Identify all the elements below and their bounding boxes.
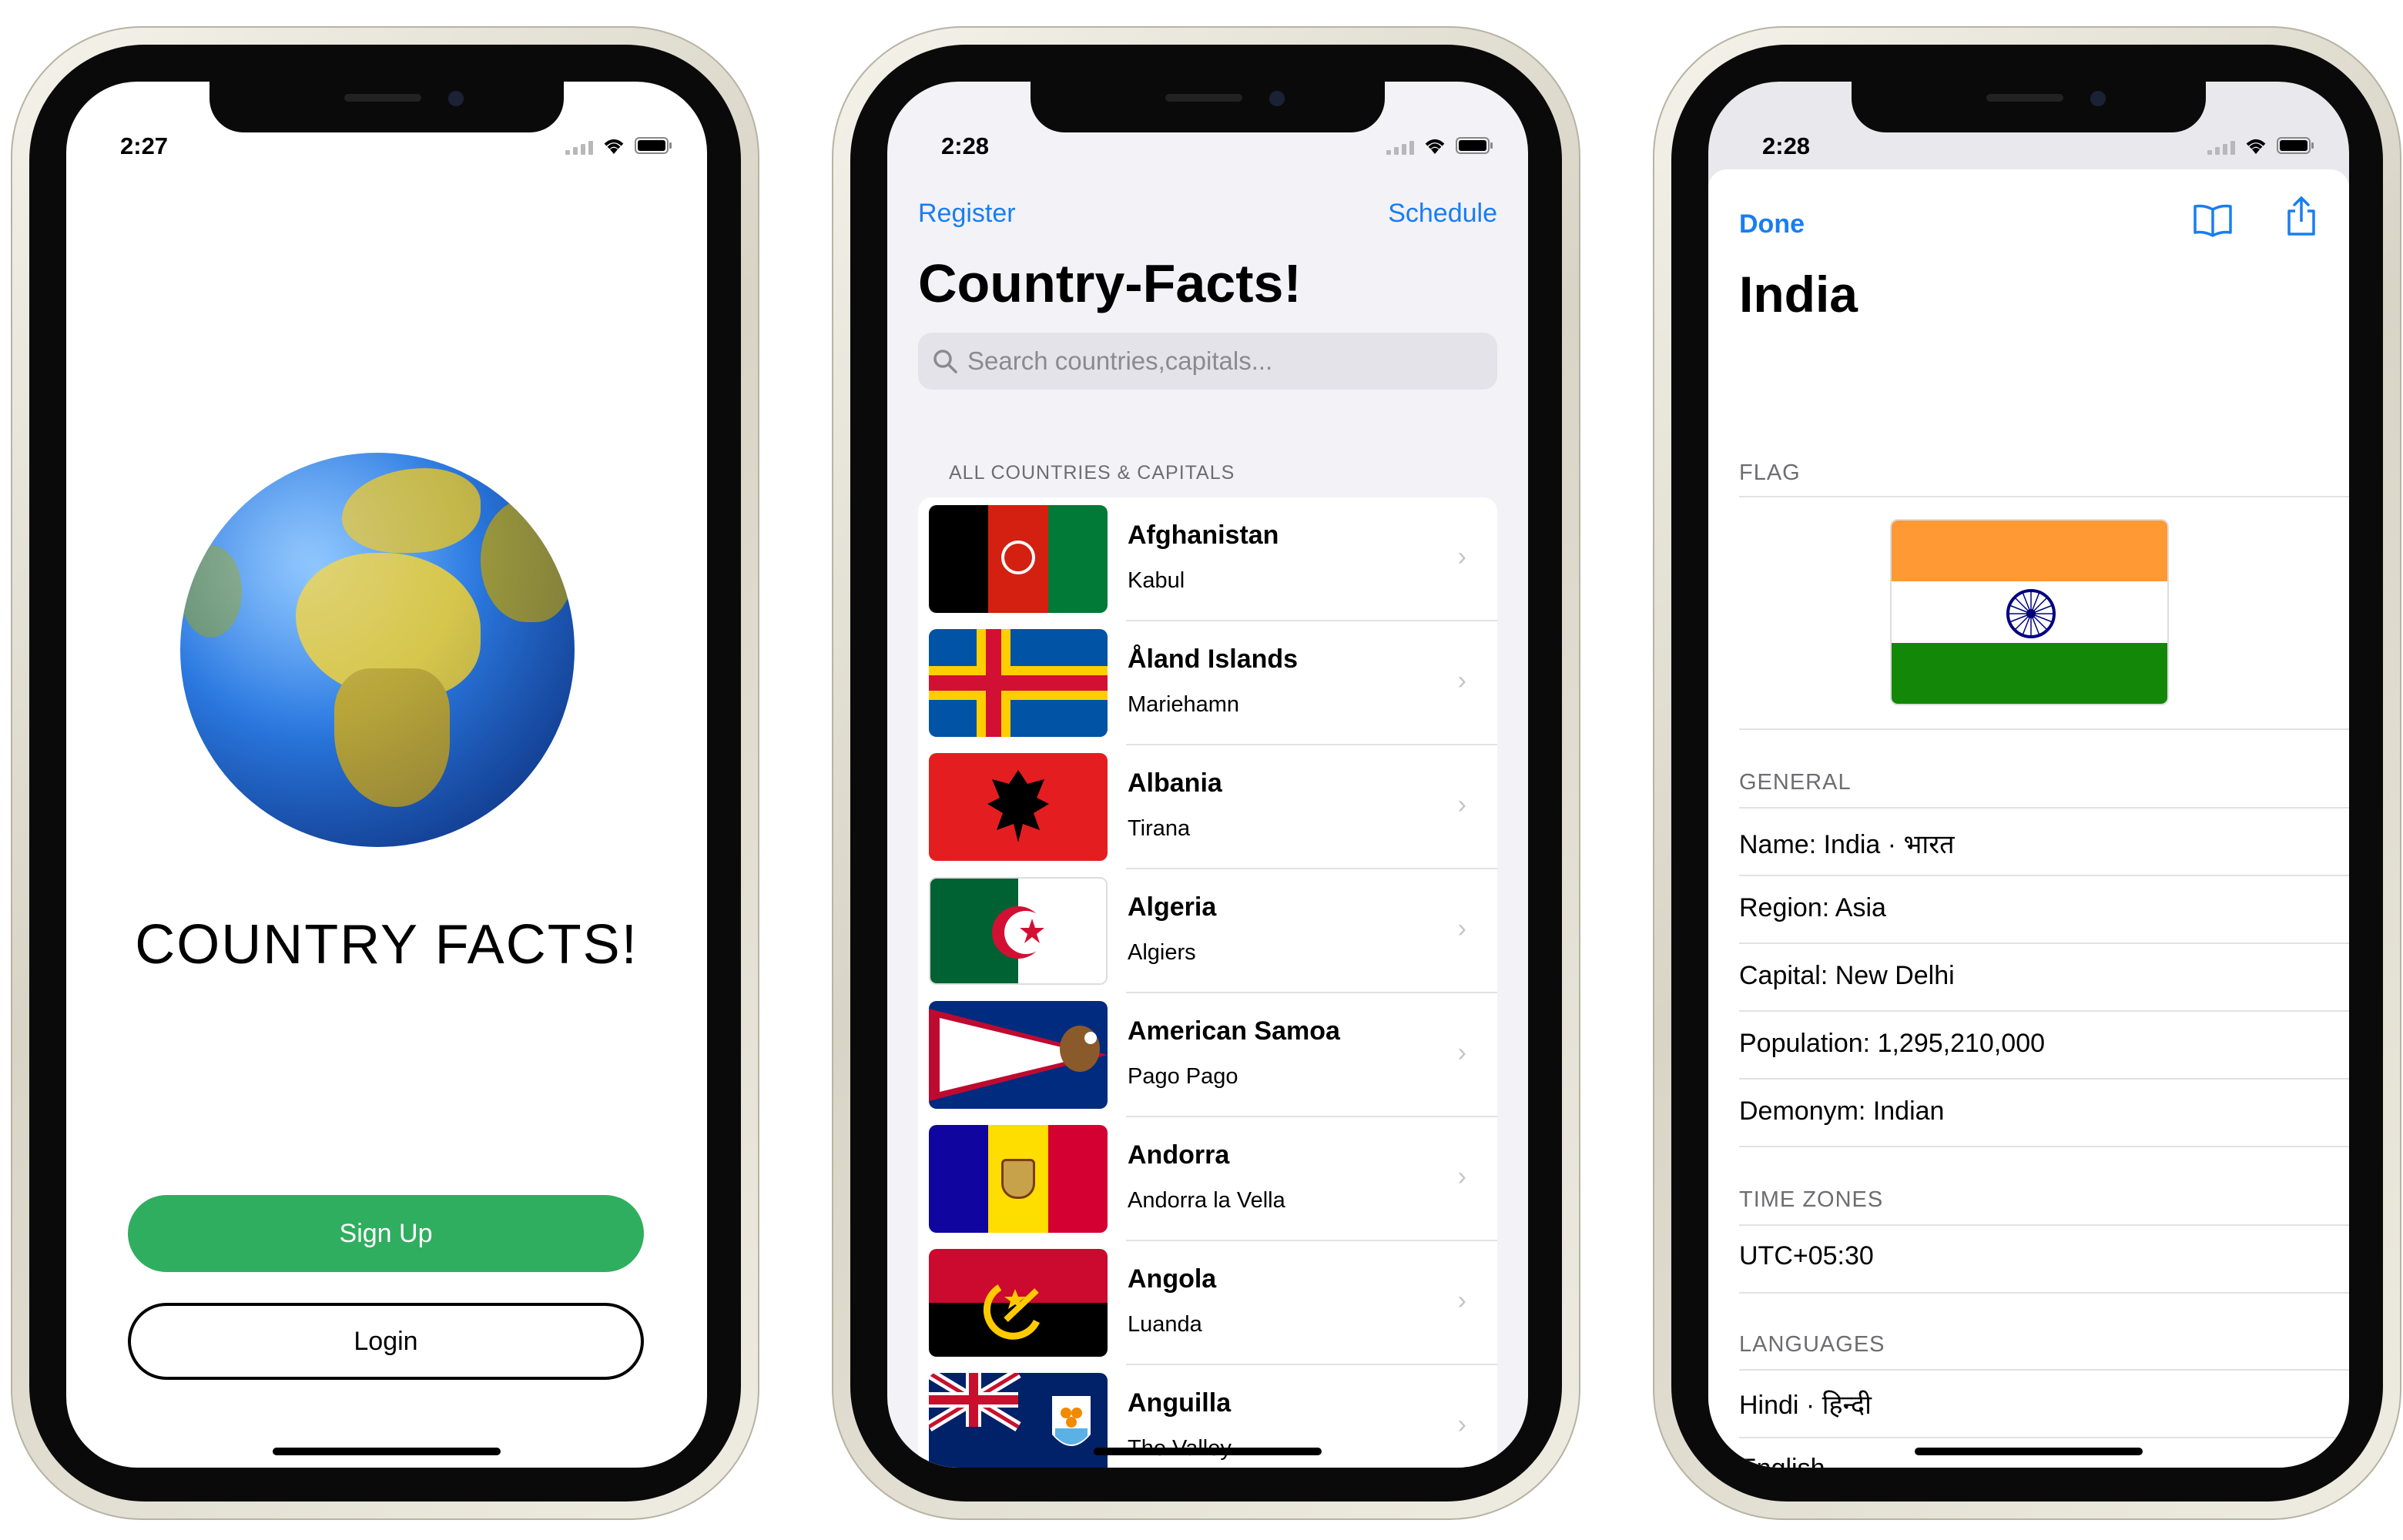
list-item[interactable]: Algeria Algiers › (918, 869, 1497, 993)
chevron-right-icon: › (1457, 542, 1466, 571)
country-name: Albania (1128, 768, 1222, 798)
general-capital: Capital: New Delhi (1739, 961, 1955, 990)
country-capital: Andorra la Vella (1128, 1188, 1285, 1213)
wifi-icon (1425, 139, 1445, 154)
phone-3: 2:28 Done India FLAG GENERAL Name: India… (1653, 26, 2401, 1520)
battery-icon (1456, 137, 1493, 154)
chevron-right-icon: › (1457, 1286, 1466, 1315)
flag-aland-islands (929, 629, 1108, 737)
flag-andorra (929, 1125, 1108, 1233)
flag-india (1890, 519, 2169, 705)
country-name: Anguilla (1128, 1388, 1232, 1418)
search-icon (933, 350, 957, 373)
flag-anguilla (929, 1373, 1108, 1468)
status-time: 2:27 (120, 132, 169, 159)
app-title: COUNTRY FACTS! (135, 914, 638, 976)
notch (1852, 82, 2206, 132)
general-population: Population: 1,295,210,000 (1739, 1029, 2046, 1058)
notch (1031, 82, 1385, 132)
search-placeholder: Search countries,capitals... (967, 346, 1273, 375)
list-item[interactable]: Albania Tirana › (918, 745, 1497, 869)
status-time: 2:28 (1762, 132, 1811, 159)
general-name: Name: India · भारत (1739, 830, 1955, 859)
country-capital: Mariehamn (1128, 692, 1240, 717)
country-name: Angola (1128, 1264, 1217, 1294)
signal-icon (1386, 136, 1414, 155)
status-icons (1386, 136, 1494, 156)
section-header: ALL COUNTRIES & CAPITALS (949, 462, 1235, 484)
login-button[interactable]: Login (128, 1303, 644, 1380)
country-list: Afghanistan Kabul › Åland Islands Marieh… (918, 497, 1497, 1468)
register-link[interactable]: Register (918, 199, 1016, 229)
country-capital: Algiers (1128, 940, 1196, 965)
phone-2: 2:28 Register Schedule Country-Facts! Se… (832, 26, 1580, 1520)
done-button[interactable]: Done (1739, 209, 1805, 239)
screen-country-list: 2:28 Register Schedule Country-Facts! Se… (887, 82, 1528, 1468)
page-title: India (1739, 266, 1858, 323)
section-header-flag: FLAG (1739, 460, 1801, 485)
notch (209, 82, 564, 132)
country-name: American Samoa (1128, 1016, 1340, 1046)
search-input[interactable]: Search countries,capitals... (918, 333, 1497, 390)
schedule-link[interactable]: Schedule (1388, 199, 1497, 229)
page-title: Country-Facts! (918, 253, 1302, 313)
flag-albania (929, 753, 1108, 861)
flag-angola (929, 1249, 1108, 1357)
section-header-time-zones: TIME ZONES (1739, 1187, 1884, 1212)
signal-icon (565, 136, 593, 155)
country-capital: Kabul (1128, 568, 1185, 593)
sign-up-button[interactable]: Sign Up (128, 1195, 644, 1272)
chevron-right-icon: › (1457, 790, 1466, 819)
language-item: Hindi · हिन्दी (1739, 1391, 1872, 1420)
chevron-right-icon: › (1457, 1410, 1466, 1439)
section-header-languages: LANGUAGES (1739, 1332, 1885, 1357)
country-capital: Pago Pago (1128, 1064, 1238, 1089)
phone-1: 2:27 COUNTRY FACTS! Sign Up Login (11, 26, 759, 1520)
language-item: English (1739, 1454, 1825, 1468)
general-demonym: Demonym: Indian (1739, 1096, 1945, 1126)
share-icon[interactable] (2284, 196, 2318, 237)
flag-algeria (929, 877, 1108, 985)
detail-sheet: Done India FLAG GENERAL Name: India · भा… (1708, 169, 2349, 1468)
status-icons (2207, 136, 2315, 156)
country-name: Algeria (1128, 892, 1217, 922)
wifi-icon (2246, 139, 2266, 154)
battery-icon (2277, 137, 2314, 154)
country-name: Afghanistan (1128, 521, 1279, 550)
chevron-right-icon: › (1457, 1162, 1466, 1191)
status-time: 2:28 (941, 132, 990, 159)
book-icon[interactable] (2192, 203, 2234, 237)
chevron-right-icon: › (1457, 914, 1466, 943)
globe-logo (180, 453, 575, 847)
list-item[interactable]: Angola Luanda › (918, 1241, 1497, 1365)
wifi-icon (604, 139, 624, 154)
screen-welcome: 2:27 COUNTRY FACTS! Sign Up Login (66, 82, 707, 1468)
home-indicator[interactable] (1915, 1448, 2143, 1455)
country-capital: Tirana (1128, 816, 1191, 841)
section-header-general: GENERAL (1739, 770, 1852, 795)
status-icons (565, 136, 673, 156)
list-item[interactable]: American Samoa Pago Pago › (918, 993, 1497, 1117)
country-name: Åland Islands (1128, 644, 1299, 674)
signal-icon (2207, 136, 2235, 155)
home-indicator[interactable] (273, 1448, 501, 1455)
general-region: Region: Asia (1739, 893, 1886, 922)
chevron-right-icon: › (1457, 666, 1466, 695)
list-item[interactable]: Åland Islands Mariehamn › (918, 621, 1497, 745)
list-item[interactable]: Afghanistan Kabul › (918, 497, 1497, 621)
battery-icon (635, 137, 672, 154)
home-indicator[interactable] (1094, 1448, 1322, 1455)
country-capital: Luanda (1128, 1312, 1202, 1337)
country-name: Andorra (1128, 1140, 1230, 1170)
flag-american-samoa (929, 1001, 1108, 1109)
chevron-right-icon: › (1457, 1038, 1466, 1067)
screen-country-detail: 2:28 Done India FLAG GENERAL Name: India… (1708, 82, 2349, 1468)
timezone-item: UTC+05:30 (1739, 1241, 1874, 1270)
list-item[interactable]: Andorra Andorra la Vella › (918, 1117, 1497, 1241)
flag-afghanistan (929, 505, 1108, 613)
